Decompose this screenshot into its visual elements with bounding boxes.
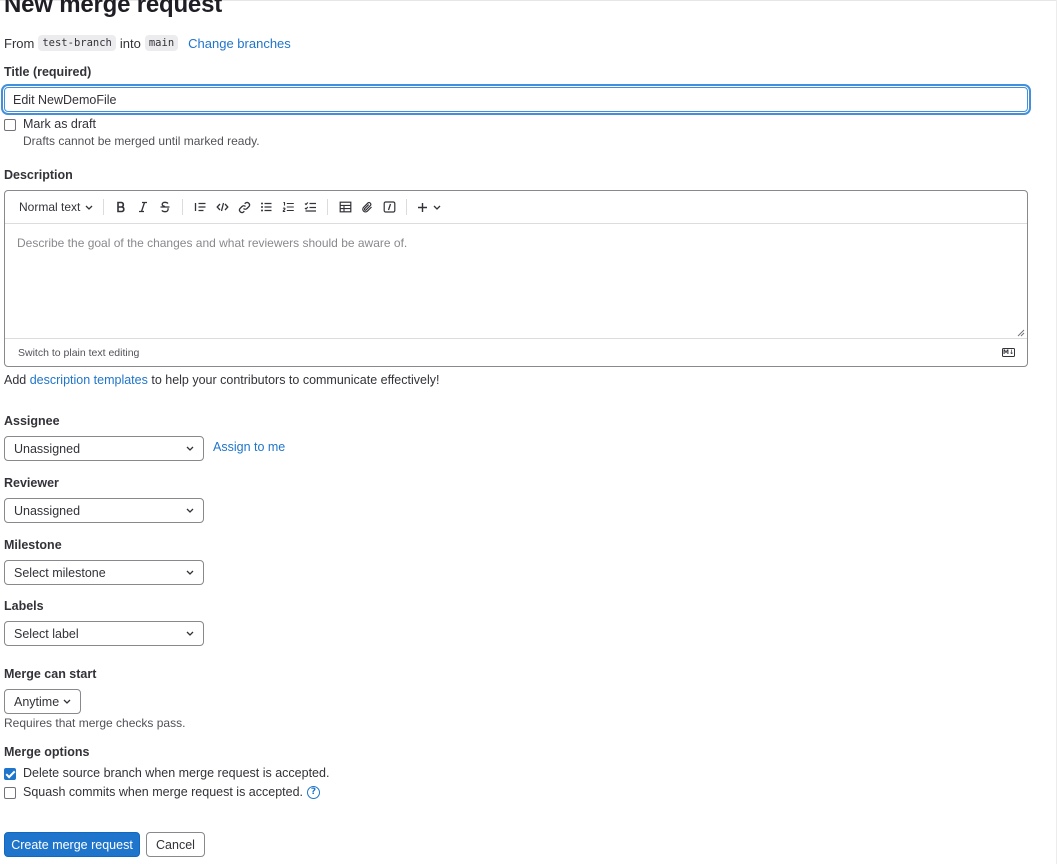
- title-label: Title (required): [4, 65, 92, 79]
- reviewer-label: Reviewer: [4, 476, 59, 490]
- description-help-prefix: Add: [4, 373, 27, 387]
- insert-dropdown[interactable]: [413, 195, 445, 219]
- assignee-label: Assignee: [4, 414, 60, 428]
- squash-checkbox[interactable]: [4, 787, 16, 799]
- task-list-icon[interactable]: [299, 195, 321, 219]
- description-editor: Normal text Describe the goal of the cha…: [4, 190, 1028, 367]
- assignee-select[interactable]: Unassigned: [4, 436, 204, 461]
- attach-icon[interactable]: [356, 195, 378, 219]
- blockquote-icon[interactable]: [189, 195, 211, 219]
- switch-plain-text-link[interactable]: Switch to plain text editing: [18, 347, 139, 359]
- chevron-down-icon: [186, 570, 194, 575]
- description-label: Description: [4, 168, 73, 182]
- description-help-suffix: to help your contributors to communicate…: [151, 373, 440, 387]
- chevron-down-icon: [186, 631, 194, 636]
- reviewer-value: Unassigned: [14, 503, 81, 518]
- text-style-dropdown[interactable]: Normal text: [15, 195, 97, 219]
- draft-help: Drafts cannot be merged until marked rea…: [23, 134, 260, 148]
- chevron-down-icon: [186, 508, 194, 513]
- editor-footer: Switch to plain text editing M↓: [5, 338, 1027, 366]
- create-merge-request-button[interactable]: Create merge request: [4, 832, 140, 857]
- bullet-list-icon[interactable]: [255, 195, 277, 219]
- description-help: Add description templates to help your c…: [4, 373, 439, 387]
- delete-source-label[interactable]: Delete source branch when merge request …: [23, 766, 329, 780]
- cancel-button[interactable]: Cancel: [146, 832, 205, 857]
- branch-info: From test-branch into main Change branch…: [4, 34, 291, 52]
- chevron-down-icon: [63, 699, 71, 704]
- from-text: From: [4, 35, 35, 51]
- source-branch: test-branch: [38, 35, 116, 51]
- reviewer-select[interactable]: Unassigned: [4, 498, 204, 523]
- toolbar-separator: [327, 199, 329, 215]
- labels-select[interactable]: Select label: [4, 621, 204, 646]
- title-input[interactable]: [4, 87, 1028, 112]
- numbered-list-icon[interactable]: [277, 195, 299, 219]
- markdown-icon: M↓: [1002, 348, 1015, 357]
- italic-icon[interactable]: [132, 195, 154, 219]
- squash-row: Squash commits when merge request is acc…: [23, 785, 320, 799]
- resize-grip-icon[interactable]: [1017, 329, 1025, 337]
- milestone-label: Milestone: [4, 538, 62, 552]
- page-title: New merge request: [4, 0, 223, 18]
- text-style-label: Normal text: [19, 200, 81, 214]
- toolbar-separator: [182, 199, 184, 215]
- description-placeholder: Describe the goal of the changes and wha…: [17, 236, 408, 250]
- chevron-down-icon: [433, 205, 441, 210]
- strikethrough-icon[interactable]: [154, 195, 176, 219]
- merge-start-value: Anytime: [14, 694, 60, 709]
- table-icon[interactable]: [334, 195, 356, 219]
- change-branches-link[interactable]: Change branches: [188, 36, 291, 51]
- merge-start-label: Merge can start: [4, 667, 97, 681]
- milestone-select[interactable]: Select milestone: [4, 560, 204, 585]
- merge-start-select[interactable]: Anytime: [4, 689, 81, 714]
- draft-checkbox[interactable]: [4, 119, 16, 131]
- delete-source-checkbox[interactable]: [4, 768, 16, 780]
- merge-start-help: Requires that merge checks pass.: [4, 716, 186, 730]
- assign-to-me-link[interactable]: Assign to me: [213, 440, 285, 454]
- link-icon[interactable]: [233, 195, 255, 219]
- toolbar-separator: [406, 199, 408, 215]
- draft-label[interactable]: Mark as draft: [23, 117, 96, 131]
- merge-options-label: Merge options: [4, 745, 90, 759]
- plus-icon: [417, 202, 428, 213]
- question-icon[interactable]: ?: [307, 785, 320, 799]
- bold-icon[interactable]: [110, 195, 132, 219]
- editor-toolbar: Normal text: [5, 191, 1027, 224]
- code-icon[interactable]: [211, 195, 233, 219]
- toolbar-separator: [103, 199, 105, 215]
- target-branch: main: [144, 35, 179, 51]
- description-textarea[interactable]: Describe the goal of the changes and wha…: [5, 224, 1027, 339]
- labels-value: Select label: [14, 626, 79, 641]
- labels-label: Labels: [4, 599, 44, 613]
- into-text: into: [119, 35, 141, 51]
- assignee-value: Unassigned: [14, 441, 81, 456]
- description-templates-link[interactable]: description templates: [30, 373, 148, 387]
- chevron-down-icon: [85, 205, 93, 210]
- chevron-down-icon: [186, 446, 194, 451]
- squash-label[interactable]: Squash commits when merge request is acc…: [23, 785, 303, 799]
- more-formatting-icon[interactable]: [378, 195, 400, 219]
- milestone-value: Select milestone: [14, 565, 106, 580]
